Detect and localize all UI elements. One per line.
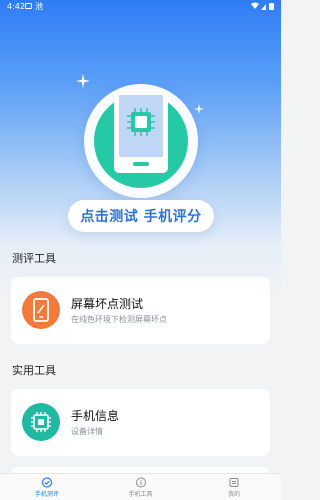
- card-title: 屏幕坏点测试: [71, 297, 144, 311]
- tab-label: 手机工具: [128, 491, 153, 498]
- tab-label: 我的: [228, 491, 241, 498]
- section-title-evaluation: 测评工具: [12, 252, 56, 265]
- bottom-tab-bar: 手机测评 手机工具 我的: [0, 473, 281, 500]
- sparkle-icon: [76, 74, 90, 88]
- start-test-button[interactable]: 点击测试 手机评分: [68, 200, 214, 232]
- profile-card-icon: [229, 478, 239, 487]
- notification-text: 池: [35, 2, 43, 11]
- check-circle-icon: [41, 477, 52, 488]
- tab-mine[interactable]: 我的: [187, 474, 281, 500]
- tab-label: 手机测评: [34, 491, 59, 498]
- sparkle-icon: [194, 104, 204, 114]
- card-subtitle: 在纯色环境下检测屏幕坏点: [71, 315, 167, 324]
- phone-chip-icon: [114, 89, 168, 173]
- phone-screen-icon: [22, 291, 60, 329]
- gallery-notification-icon: [25, 3, 32, 9]
- signal-battery-icon: [251, 2, 274, 10]
- chip-icon: [22, 403, 60, 441]
- card-subtitle: 设备详情: [71, 427, 103, 436]
- card-phone-info[interactable]: 手机信息 设备详情: [11, 389, 270, 456]
- tab-phone-evaluation[interactable]: 手机测评: [0, 474, 94, 500]
- status-bar: 4:42 池: [0, 0, 281, 14]
- status-time: 4:42: [7, 2, 25, 11]
- card-title: 手机信息: [71, 409, 120, 423]
- section-title-utilities: 实用工具: [12, 364, 56, 377]
- tab-phone-tools[interactable]: 手机工具: [94, 474, 188, 500]
- info-circle-icon: [135, 477, 146, 488]
- card-screen-dead-pixel[interactable]: 屏幕坏点测试 在纯色环境下检测屏幕坏点: [11, 277, 270, 344]
